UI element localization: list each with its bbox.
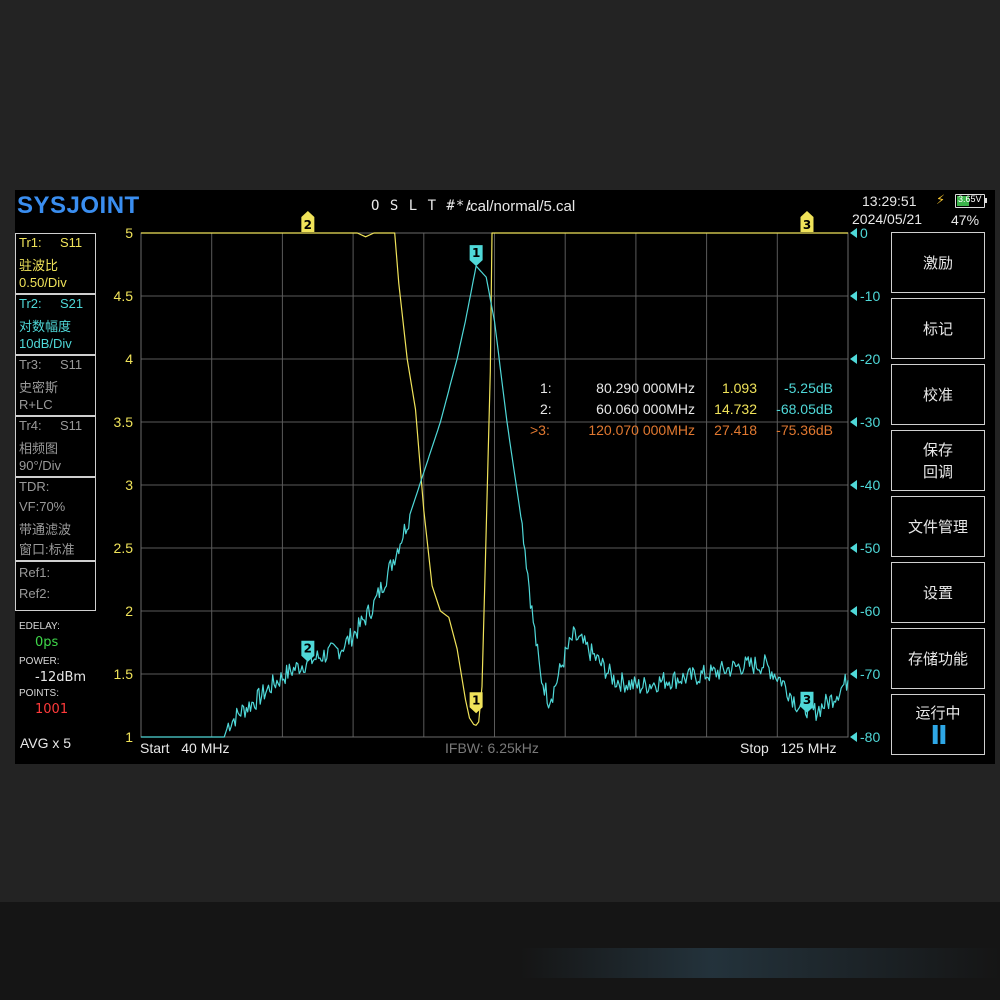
marker-1-swr: 1.093 xyxy=(721,380,757,396)
marker-1-s21-flag: 1 xyxy=(469,245,483,267)
right-tick-label: -40 xyxy=(860,477,880,493)
marker-2-id: 2: xyxy=(540,401,552,417)
softkey-label: 设置 xyxy=(922,583,953,602)
stop-value: 125 MHz xyxy=(780,740,837,756)
right-tick-arrow xyxy=(850,417,857,427)
marker-3-id: >3: xyxy=(530,422,550,438)
left-tick-label: 4 xyxy=(125,351,133,367)
marker-1-db: -5.25dB xyxy=(783,380,833,396)
right-tick-arrow xyxy=(850,732,857,742)
marker-3-s21-flag: 3 xyxy=(800,691,814,713)
right-tick-label: -20 xyxy=(860,351,880,367)
vna-screen: SYSJOINT O S L T #*: /cal/normal/5.cal 1… xyxy=(15,190,995,764)
plot-grid xyxy=(140,232,849,738)
start-label: Start xyxy=(140,740,170,756)
stop-frequency[interactable]: Stop 125 MHz xyxy=(740,740,837,756)
right-tick-arrow xyxy=(850,291,857,301)
right-tick-label: -80 xyxy=(860,729,880,745)
softkey-stimulus[interactable]: 激励 xyxy=(891,232,985,293)
marker-flags: 1 2 3 1 2 3 xyxy=(301,211,814,714)
softkey-storage[interactable]: 存储功能 xyxy=(891,628,985,689)
left-tick-label: 4.5 xyxy=(114,288,134,304)
marker-2-swr: 14.732 xyxy=(714,401,757,417)
marker-2-s11-flag-top: 2 xyxy=(301,211,315,232)
softkey-marker[interactable]: 标记 xyxy=(891,298,985,359)
softkey-label: 标记 xyxy=(922,319,953,338)
right-tick-arrow xyxy=(850,480,857,490)
marker-2-db: -68.05dB xyxy=(776,401,833,417)
right-tick-label: -50 xyxy=(860,540,880,556)
start-value: 40 MHz xyxy=(181,740,230,756)
ifbw-readout: IFBW: 6.25kHz xyxy=(445,740,539,756)
marker-flag-label: 2 xyxy=(304,218,312,232)
right-axis-ticks: 0 -10 -20 -30 -40 -50 -60 -70 -80 xyxy=(850,225,880,745)
marker-flag-label: 1 xyxy=(472,246,480,260)
right-tick-label: -60 xyxy=(860,603,880,619)
softkey-label: 存储功能 xyxy=(907,649,968,668)
softkey-label: 校准 xyxy=(922,385,953,404)
softkey-calibration[interactable]: 校准 xyxy=(891,364,985,425)
left-tick-label: 2.5 xyxy=(114,540,134,556)
softkey-settings[interactable]: 设置 xyxy=(891,562,985,623)
right-tick-arrow xyxy=(850,228,857,238)
left-tick-label: 1 xyxy=(125,729,133,745)
left-tick-label: 1.5 xyxy=(114,666,134,682)
right-tick-arrow xyxy=(850,669,857,679)
softkey-label-line2: 回调 xyxy=(922,462,953,481)
softkey-label: 文件管理 xyxy=(907,517,968,536)
left-tick-label: 2 xyxy=(125,603,133,619)
marker-1-s11-flag: 1 xyxy=(469,692,483,714)
left-tick-label: 3 xyxy=(125,477,133,493)
marker-flag-label: 2 xyxy=(304,642,312,656)
right-tick-label: -30 xyxy=(860,414,880,430)
right-tick-arrow xyxy=(850,543,857,553)
pause-icon: II xyxy=(930,720,947,751)
left-axis-ticks: 5 4.5 4 3.5 3 2.5 2 1.5 1 xyxy=(114,225,134,745)
softkey-save-recall[interactable]: 保存 回调 xyxy=(891,430,985,491)
marker-3-freq: 120.070 000MHz xyxy=(588,422,695,438)
marker-flag-label: 3 xyxy=(803,693,811,707)
softkey-run-state[interactable]: 运行中 II xyxy=(891,694,985,755)
marker-3-db: -75.36dB xyxy=(776,422,833,438)
marker-3-s11-flag-top: 3 xyxy=(800,211,814,232)
marker-1-id: 1: xyxy=(540,380,552,396)
marker-2-freq: 60.060 000MHz xyxy=(596,401,695,417)
marker-1-freq: 80.290 000MHz xyxy=(596,380,695,396)
start-frequency[interactable]: Start 40 MHz xyxy=(140,740,229,756)
marker-2-s21-flag: 2 xyxy=(301,640,315,662)
right-tick-label: -70 xyxy=(860,666,880,682)
left-tick-label: 3.5 xyxy=(114,414,134,430)
marker-flag-label: 1 xyxy=(472,693,480,707)
softkey-label: 保存 xyxy=(922,440,953,459)
marker-flag-label: 3 xyxy=(803,218,811,232)
sweep-plot[interactable]: 5 4.5 4 3.5 3 2.5 2 1.5 1 0 -10 -20 -30 -40 -50 -60 -70… xyxy=(15,190,995,764)
bezel-reflection xyxy=(520,948,1000,978)
left-tick-label: 5 xyxy=(125,225,133,241)
softkey-file-manager[interactable]: 文件管理 xyxy=(891,496,985,557)
right-tick-label: 0 xyxy=(860,225,868,241)
right-tick-arrow xyxy=(850,606,857,616)
marker-3-swr: 27.418 xyxy=(714,422,757,438)
right-tick-arrow xyxy=(850,354,857,364)
right-tick-label: -10 xyxy=(860,288,880,304)
softkey-label: 激励 xyxy=(922,253,953,272)
stop-label: Stop xyxy=(740,740,769,756)
